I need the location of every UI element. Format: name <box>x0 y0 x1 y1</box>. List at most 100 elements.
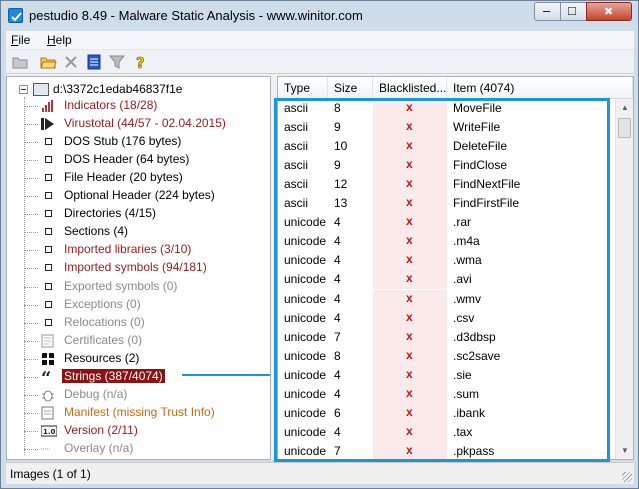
table-row[interactable]: ascii 9 x FindClose <box>278 156 616 176</box>
table-row[interactable]: unicode 4 x .tax <box>278 422 616 442</box>
toolbar: ? <box>6 50 634 74</box>
manifest-icon <box>41 406 55 420</box>
table-row[interactable]: unicode 4 x .csv <box>278 308 616 328</box>
table-row[interactable]: unicode 4 x .rar <box>278 213 616 233</box>
tree-item-label: Exceptions (0) <box>64 296 141 311</box>
version-icon: 1.0 <box>40 424 58 438</box>
square-icon <box>45 174 52 182</box>
play-arrow-icon <box>41 117 55 131</box>
cell-size: 4 <box>334 291 341 306</box>
cell-item: .pkpass <box>453 443 495 458</box>
title-bar[interactable]: pestudio 8.49 - Malware Static Analysis … <box>1 1 638 30</box>
table-row[interactable]: unicode 4 x .wma <box>278 251 616 271</box>
open-folder-icon[interactable] <box>11 53 29 71</box>
blacklisted-x-icon: x <box>406 347 413 362</box>
column-header-size[interactable]: Size <box>328 77 373 99</box>
cell-type: unicode <box>284 310 327 325</box>
square-icon <box>45 192 52 200</box>
table-row[interactable]: unicode 4 x .m4a <box>278 232 616 252</box>
cell-item: .rar <box>453 215 471 230</box>
scroll-down-icon[interactable]: ▼ <box>617 442 633 459</box>
menu-help[interactable]: Help <box>47 33 72 47</box>
tree-item-label: Imported libraries (3/10) <box>64 242 192 257</box>
open-file-icon[interactable] <box>39 53 57 71</box>
close-x-icon[interactable] <box>62 53 80 71</box>
blacklisted-x-icon: x <box>406 404 413 419</box>
cell-item: .tax <box>453 424 473 439</box>
blacklisted-x-icon: x <box>406 385 413 400</box>
minimize-button[interactable]: – <box>534 2 561 21</box>
table-row[interactable]: ascii 13 x FindFirstFile <box>278 194 616 214</box>
blacklisted-x-icon: x <box>406 119 413 134</box>
tree-view[interactable]: d:\3372c1edab46837f1e Indicators (18/28)… <box>6 76 271 460</box>
cell-type: unicode <box>284 253 327 268</box>
window-title: pestudio 8.49 - Malware Static Analysis … <box>29 8 363 23</box>
tree-item-label: File Header (20 bytes) <box>64 170 183 185</box>
resize-grip-icon[interactable] <box>622 472 632 482</box>
svg-text:“: “ <box>41 370 51 384</box>
table-row[interactable]: unicode 4 x .sum <box>278 384 616 404</box>
cell-type: unicode <box>284 215 327 230</box>
cell-item: .d3dbsp <box>453 329 496 344</box>
table-row[interactable]: ascii 12 x FindNextFile <box>278 175 616 195</box>
cell-item: WriteFile <box>453 120 501 135</box>
table-row[interactable]: unicode 8 x .sc2save <box>278 346 616 366</box>
table-row[interactable]: ascii 10 x DeleteFile <box>278 137 616 157</box>
strings-list-view[interactable]: Type Size Blacklisted... Item (4074) asc… <box>277 76 634 460</box>
cell-type: unicode <box>284 443 327 458</box>
close-button[interactable]: ✖ <box>586 2 632 21</box>
cell-item: .wmv <box>453 291 481 306</box>
maximize-button[interactable]: □ <box>560 2 587 21</box>
tree-item-label: Exported symbols (0) <box>64 278 178 293</box>
dotted-leaf-icon <box>41 442 55 456</box>
tree-item-label: Version (2/11) <box>64 422 138 437</box>
computer-icon <box>33 83 49 96</box>
bug-icon <box>41 388 55 402</box>
help-icon[interactable]: ? <box>132 53 150 73</box>
table-row[interactable]: unicode 4 x .sie <box>278 365 616 385</box>
cell-size: 4 <box>334 253 341 268</box>
svg-text:?: ? <box>136 54 145 71</box>
blacklisted-x-icon: x <box>406 252 413 267</box>
cell-size: 4 <box>334 215 341 230</box>
status-bar: Images (1 of 1) <box>6 462 634 484</box>
save-list-icon[interactable] <box>85 53 103 71</box>
square-icon <box>45 138 52 146</box>
main-content: d:\3372c1edab46837f1e Indicators (18/28)… <box>6 74 634 460</box>
cell-type: unicode <box>284 348 327 363</box>
blacklisted-x-icon: x <box>406 290 413 305</box>
cell-type: ascii <box>284 120 309 135</box>
table-row[interactable]: unicode 6 x .ibank <box>278 403 616 423</box>
table-row[interactable]: unicode 4 x .avi <box>278 270 616 290</box>
app-window: pestudio 8.49 - Malware Static Analysis … <box>0 0 639 489</box>
cell-item: .sie <box>453 367 472 382</box>
vertical-scrollbar[interactable]: ▲ ▼ <box>615 99 633 459</box>
menu-bar: File Help <box>6 31 634 50</box>
table-row[interactable]: ascii 9 x WriteFile <box>278 118 616 138</box>
cell-size: 4 <box>334 386 341 401</box>
square-icon <box>45 300 52 308</box>
blacklisted-x-icon: x <box>406 138 413 153</box>
table-row[interactable]: unicode 7 x .d3dbsp <box>278 327 616 347</box>
blacklisted-x-icon: x <box>406 233 413 248</box>
column-header-item[interactable]: Item (4074) <box>447 77 633 99</box>
scroll-thumb[interactable] <box>618 118 631 138</box>
tree-item-label: DOS Stub (176 bytes) <box>64 134 182 149</box>
blacklisted-x-icon: x <box>406 309 413 324</box>
cell-item: .sum <box>453 386 480 401</box>
table-row[interactable]: unicode 4 x .wmv <box>278 289 616 309</box>
table-row[interactable]: unicode 7 x .pkpass <box>278 441 616 459</box>
tree-item-label: Certificates (0) <box>64 332 143 347</box>
tree-item-label: Debug (n/a) <box>64 386 128 401</box>
cell-type: unicode <box>284 405 327 420</box>
cell-size: 9 <box>334 158 341 173</box>
pestudio-app-icon <box>8 8 23 23</box>
filter-icon[interactable] <box>108 53 126 71</box>
collapse-icon[interactable] <box>19 85 28 94</box>
scroll-up-icon[interactable]: ▲ <box>617 99 633 116</box>
menu-file[interactable]: File <box>11 33 30 47</box>
column-header-blacklisted[interactable]: Blacklisted... <box>373 77 447 99</box>
table-row[interactable]: ascii 8 x MoveFile <box>278 99 616 118</box>
column-header-type[interactable]: Type <box>278 77 328 99</box>
cell-type: ascii <box>284 177 309 192</box>
